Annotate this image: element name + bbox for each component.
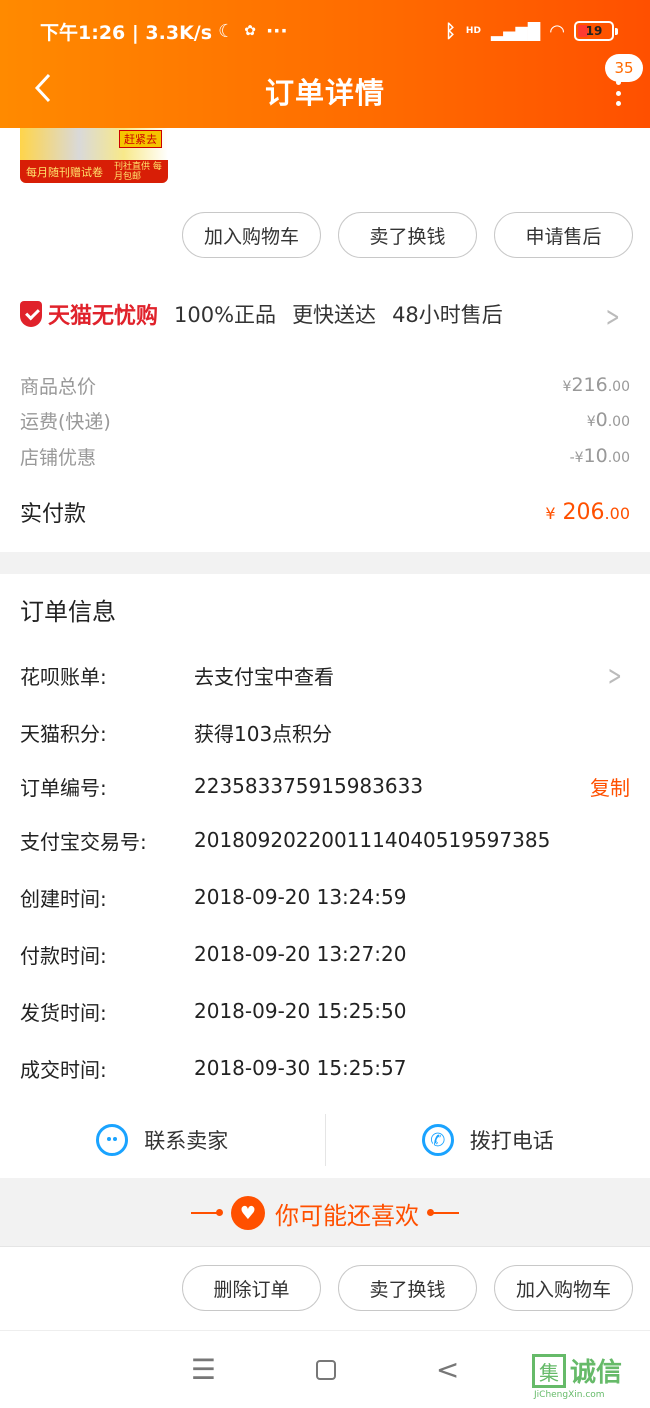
recommend-title: 你可能还喜欢: [275, 1201, 419, 1230]
info-row-points: 天猫积分: 获得103点积分: [20, 714, 630, 750]
sell-for-cash-button[interactable]: 卖了换钱: [338, 212, 477, 258]
price-row-shipping: 运费(快递) ¥0.00: [20, 405, 630, 435]
product-thumbnail[interactable]: 赶紧去 每月随刊赠试卷 刊社直供 每月包邮: [20, 128, 168, 183]
price-amount: ¥216.00: [562, 374, 630, 396]
info-key: 发货时间:: [20, 1000, 107, 1025]
apply-after-sale-button[interactable]: 申请售后: [494, 212, 633, 258]
add-to-cart-button[interactable]: 加入购物车: [182, 212, 321, 258]
info-value: 2018-09-20 13:24:59: [194, 885, 407, 909]
chevron-right-icon: >: [607, 658, 622, 692]
heart-icon: ♥: [231, 1196, 265, 1230]
info-row-alipay-trade: 支付宝交易号: 2018092022001114040519597385: [20, 822, 630, 858]
watermark-text: 诚信: [570, 1358, 623, 1388]
phone-icon: ✆: [421, 1124, 454, 1156]
info-key: 花呗账单:: [20, 664, 107, 689]
watermark-logo: 集 诚信 JiChengXin.com: [532, 1350, 644, 1400]
watermark-url: JiChengXin.com: [534, 1390, 605, 1400]
page-title: 订单详情: [264, 76, 385, 110]
section-divider: [0, 552, 650, 574]
info-value: 获得103点积分: [194, 721, 333, 746]
info-key: 成交时间:: [20, 1057, 107, 1082]
shield-check-icon: [20, 301, 42, 327]
tmall-logo: 天猫无忧购: [20, 298, 158, 330]
decor-line-left: [191, 1209, 223, 1216]
info-value: 2018-09-30 15:25:57: [194, 1056, 407, 1080]
copy-button[interactable]: 复制: [590, 772, 630, 801]
dot-icon: [615, 101, 621, 106]
dot-icon: [615, 90, 621, 96]
info-key: 天猫积分:: [20, 721, 107, 746]
watermark-box: 集: [532, 1354, 566, 1388]
decor-line-right: [427, 1209, 459, 1216]
product-image: 赶紧去: [20, 128, 168, 160]
info-value: 2018092022001114040519597385: [194, 828, 551, 852]
bottom-action-bar: 删除订单 卖了换钱 加入购物车: [0, 1246, 650, 1330]
wifi-icon: ◠: [550, 20, 564, 42]
back-icon[interactable]: <: [436, 1353, 459, 1386]
product-tag: 赶紧去: [119, 130, 162, 148]
actual-payment-amount: ¥ 206.00: [545, 499, 630, 525]
overflow-dots-icon: ···: [265, 20, 288, 42]
dot-icon: [615, 80, 621, 85]
tmall-guarantee-bar[interactable]: 天猫无忧购 100%正品 更快送达 48小时售后 >: [20, 292, 630, 336]
status-bar: 下午1:26 | 3.3K/s ☾ ✿ ··· ᛒ HD ▂▄▆█ ◠ 19: [40, 16, 618, 46]
order-info-title: 订单信息: [20, 598, 116, 626]
contact-bar: 联系卖家 ✆ 拨打电话: [0, 1112, 650, 1168]
bluetooth-icon: ᛒ: [445, 20, 456, 42]
signal-icon: ▂▄▆█: [490, 21, 541, 41]
price-label: 商品总价: [20, 375, 97, 398]
info-row-paid: 付款时间: 2018-09-20 13:27:20: [20, 936, 630, 972]
tmall-brand: 天猫无忧购: [48, 304, 159, 329]
sell-for-cash-button-bottom[interactable]: 卖了换钱: [338, 1265, 477, 1311]
price-row-subtotal: 商品总价 ¥216.00: [20, 370, 630, 400]
home-icon[interactable]: [315, 1359, 336, 1380]
info-key: 支付宝交易号:: [20, 829, 147, 854]
call-phone-label: 拨打电话: [469, 1129, 554, 1153]
battery-level: 19: [585, 24, 603, 38]
add-to-cart-button-bottom[interactable]: 加入购物车: [494, 1265, 633, 1311]
moon-icon: ☾: [218, 20, 235, 42]
menu-icon[interactable]: ☰: [191, 1353, 216, 1386]
delete-order-button[interactable]: 删除订单: [182, 1265, 321, 1311]
status-right: ᛒ HD ▂▄▆█ ◠ 19: [445, 20, 618, 42]
call-phone-button[interactable]: ✆ 拨打电话: [326, 1112, 650, 1168]
actual-payment-row: 实付款 ¥ 206.00: [20, 492, 630, 532]
price-label: 运费(快递): [20, 410, 111, 433]
info-value: 223583375915983633: [194, 774, 424, 798]
feature-genuine: 100%正品: [174, 303, 277, 327]
price-amount: ¥0.00: [586, 409, 630, 431]
chevron-right-icon: >: [605, 300, 620, 333]
info-value: 2018-09-20 15:25:50: [194, 999, 407, 1023]
chat-face-icon: [96, 1124, 129, 1156]
promo-left: 每月随刊赠试卷: [26, 165, 103, 179]
battery-icon: 19: [574, 21, 618, 41]
info-row-shipped: 发货时间: 2018-09-20 15:25:50: [20, 993, 630, 1029]
info-value: 去支付宝中查看: [194, 664, 334, 689]
status-time-speed: 下午1:26 | 3.3K/s: [40, 21, 213, 44]
feature-fast-delivery: 更快送达: [292, 303, 377, 327]
info-value: 2018-09-20 13:27:20: [194, 942, 407, 966]
contact-seller-button[interactable]: 联系卖家: [0, 1112, 325, 1168]
product-promo-strip: 每月随刊赠试卷 刊社直供 每月包邮: [20, 160, 168, 183]
price-label: 店铺优惠: [20, 446, 97, 469]
message-count-badge: 35: [605, 54, 643, 82]
promo-right: 刊社直供 每月包邮: [114, 161, 162, 182]
info-key: 创建时间:: [20, 886, 107, 911]
actual-payment-label: 实付款: [20, 502, 87, 527]
info-row-completed: 成交时间: 2018-09-30 15:25:57: [20, 1050, 630, 1086]
contact-seller-label: 联系卖家: [144, 1129, 229, 1153]
info-key: 订单编号:: [20, 775, 107, 800]
price-row-shop-discount: 店铺优惠 -¥10.00: [20, 441, 630, 471]
info-row-order-number: 订单编号: 223583375915983633 复制: [20, 768, 630, 804]
more-menu-button[interactable]: [610, 80, 626, 106]
price-amount: -¥10.00: [569, 445, 630, 467]
info-row-huabei[interactable]: 花呗账单: 去支付宝中查看 >: [20, 657, 630, 693]
app-header: 下午1:26 | 3.3K/s ☾ ✿ ··· ᛒ HD ▂▄▆█ ◠ 19 订…: [0, 0, 650, 128]
recommend-header: ♥ 你可能还喜欢: [0, 1178, 650, 1248]
feature-after-sale: 48小时售后: [392, 303, 503, 327]
info-row-created: 创建时间: 2018-09-20 13:24:59: [20, 879, 630, 915]
signal-label: HD: [465, 26, 481, 36]
notification-icon: ✿: [244, 23, 256, 39]
info-key: 付款时间:: [20, 943, 107, 968]
